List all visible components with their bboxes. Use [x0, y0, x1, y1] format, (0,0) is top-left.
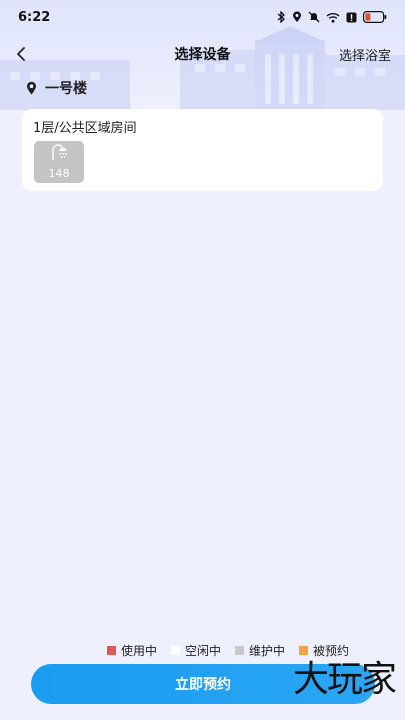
- legend-swatch: [106, 646, 116, 655]
- legend-swatch: [234, 646, 244, 655]
- legend-item-idle: 空闲中: [170, 642, 221, 659]
- legend-item-maintenance: 维护中: [234, 642, 285, 659]
- legend-swatch: [170, 646, 180, 655]
- alert-icon: [346, 12, 357, 22]
- device-tile[interactable]: 148: [34, 141, 84, 183]
- watermark-logo: 大玩家: [292, 659, 397, 700]
- legend-label: 维护中: [248, 644, 285, 658]
- navigation-bar: 选择设备 选择浴室: [0, 34, 405, 74]
- location-pin-icon: [27, 81, 36, 95]
- device-number: 148: [48, 167, 70, 180]
- status-legend: 使用中 空闲中 维护中 被预约: [106, 642, 349, 659]
- legend-item-in-use: 使用中: [106, 642, 157, 659]
- room-card: 1层/公共区域房间 148: [22, 109, 383, 191]
- bluetooth-icon: [277, 11, 285, 23]
- legend-label: 空闲中: [184, 644, 221, 658]
- status-icons: [277, 11, 387, 23]
- legend-label: 被预约: [312, 644, 349, 658]
- shower-icon: [52, 144, 67, 160]
- battery-icon: [363, 11, 387, 23]
- status-bar: 6:22: [0, 0, 405, 34]
- select-bathroom-button[interactable]: 选择浴室: [339, 45, 391, 64]
- building-header: 一号楼: [26, 78, 87, 98]
- book-now-label: 立即预约: [175, 677, 231, 693]
- room-title: 1层/公共区域房间: [33, 121, 137, 136]
- wifi-icon: [326, 12, 340, 23]
- mute-icon: [308, 11, 320, 23]
- legend-item-reserved: 被预约: [298, 642, 349, 659]
- location-icon: [293, 11, 301, 22]
- status-time: 6:22: [18, 9, 51, 25]
- legend-label: 使用中: [120, 644, 157, 658]
- building-name: 一号楼: [45, 81, 87, 97]
- legend-swatch: [298, 646, 308, 655]
